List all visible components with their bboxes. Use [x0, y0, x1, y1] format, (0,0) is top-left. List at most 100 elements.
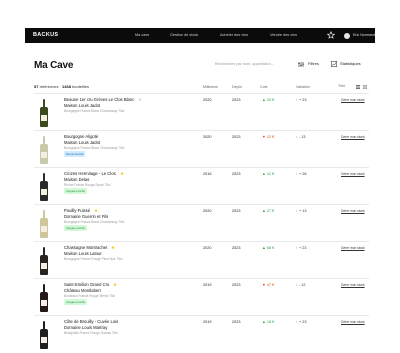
- wine-producer-line: Domaine Guerrin et Fils: [64, 214, 108, 219]
- search-input[interactable]: Recherchez par nom, appellation...: [215, 62, 274, 66]
- wine-name[interactable]: Saint-Emilion Grand Cru: [64, 282, 109, 287]
- wine-producer: Château Montlabert: [64, 287, 101, 293]
- wine-producer: Domaine Louis Martray: [64, 324, 108, 330]
- bottle-image: [40, 173, 48, 201]
- bottle-image: [40, 321, 48, 349]
- table-row[interactable]: Beaune 1er cru Grèves Le Clos Blanc Mais…: [34, 93, 369, 131]
- price-value: ▲ 66 €: [262, 246, 275, 250]
- wine-name[interactable]: Crozes Hermitage - Le Clos: [64, 171, 116, 176]
- variation-value: ↑ + 23: [296, 98, 307, 102]
- vintage-value: 2020: [203, 209, 212, 213]
- variation-value: ↑ + 28: [296, 172, 307, 176]
- variation-value: ↑ + 23: [296, 320, 307, 324]
- column-header-price[interactable]: Cote: [260, 85, 268, 89]
- trend-down-icon: ▼: [262, 135, 266, 139]
- wine-details: Bourgogne France Rouge Pinot Noir 75cl: [64, 256, 123, 261]
- wine-name[interactable]: Chassagne Montrachet: [64, 245, 107, 250]
- results-summary: 57 références · 1468 bouteilles: [34, 84, 89, 89]
- sort-dropdown[interactable]: Trier: [338, 84, 345, 88]
- wine-details: Bourgogne France Blanc Chardonnay 75cl: [64, 108, 125, 113]
- wine-name[interactable]: Côte de Brouilly - Cuvée Lois: [64, 319, 118, 324]
- bottle-image: [40, 284, 48, 312]
- favorite-star-icon[interactable]: ★: [94, 208, 98, 214]
- list-view-icon[interactable]: [356, 84, 360, 89]
- favorite-star-icon[interactable]: ★: [113, 282, 117, 288]
- bottle-label: bouteilles: [72, 84, 89, 89]
- wine-producer: Maison Delas: [64, 176, 90, 182]
- table-row[interactable]: Pouilly-Fuissé Domaine Guerrin et Fils B…: [34, 204, 369, 242]
- wine-producer-line: Domaine Louis Martray: [64, 325, 107, 330]
- reference-count: 57: [34, 84, 39, 89]
- price-value: ▼ 12 €: [262, 135, 275, 139]
- gift-icon[interactable]: ☆: [138, 97, 142, 103]
- trend-up-icon: ▲: [262, 209, 266, 213]
- table-row[interactable]: Côte de Brouilly - Cuvée Lois Domaine Lo…: [34, 315, 369, 353]
- wine-details: Rhône France Rouge Syrah 75cl: [64, 182, 111, 187]
- statistics-button[interactable]: Statistiques: [340, 61, 361, 66]
- favorite-star-icon[interactable]: ★: [120, 171, 124, 177]
- trend-up-icon: ▲: [262, 246, 266, 250]
- wine-name[interactable]: Bourgogne Aligoté: [64, 134, 98, 139]
- manage-stock-button[interactable]: Gérer mon stock: [341, 172, 365, 176]
- trend-up-icon: ▲: [262, 98, 266, 102]
- reference-label: références ·: [39, 84, 61, 89]
- wine-name[interactable]: Pouilly-Fuissé: [64, 208, 90, 213]
- nav-item-gestion-stock[interactable]: Gestion de stock: [170, 33, 198, 37]
- arrow-down-icon: ↓: [296, 283, 298, 287]
- stock-value: 2023: [232, 246, 241, 250]
- table-row[interactable]: Chassagne Montrachet Maison Louis Latour…: [34, 241, 369, 279]
- manage-stock-button[interactable]: Gérer mon stock: [341, 246, 365, 250]
- variation-value: ↓ - 12: [296, 283, 306, 287]
- vintage-value: 2020: [203, 246, 212, 250]
- manage-stock-button[interactable]: Gérer mon stock: [341, 283, 365, 287]
- wine-details: Bourgogne France Blanc Chardonnay 75cl: [64, 219, 125, 224]
- column-header-vintage[interactable]: Millésime: [203, 85, 218, 89]
- stock-value: 2023: [232, 135, 241, 139]
- wine-producer-line: Maison Louis Latour: [64, 251, 102, 256]
- column-header-variation[interactable]: Variation: [296, 85, 310, 89]
- status-badge: Recommandé: [64, 151, 86, 157]
- manage-stock-button[interactable]: Gérer mon stock: [341, 98, 365, 102]
- bottle-image: [40, 136, 48, 164]
- price-value: ▲ 29 €: [262, 98, 275, 102]
- status-badge: Apogée proche: [64, 225, 87, 231]
- wine-producer-line: Château Montlabert: [64, 288, 101, 293]
- vintage-value: 2019: [203, 283, 212, 287]
- table-row[interactable]: Saint-Emilion Grand Cru Château Montlabe…: [34, 278, 369, 316]
- table-row[interactable]: Crozes Hermitage - Le Clos Maison Delas …: [34, 167, 369, 205]
- manage-stock-button[interactable]: Gérer mon stock: [341, 320, 365, 324]
- price-value: ▼ 47 €: [262, 283, 275, 287]
- statistics-chart-icon[interactable]: [331, 61, 337, 67]
- nav-item-ma-cave[interactable]: Ma cave: [135, 33, 149, 37]
- trend-up-icon: ▲: [262, 172, 266, 176]
- user-avatar[interactable]: [344, 32, 350, 39]
- wine-producer: Maison Louis Jadot: [64, 139, 101, 145]
- table-row[interactable]: Bourgogne Aligoté Maison Louis Jadot Bou…: [34, 130, 369, 168]
- manage-stock-button[interactable]: Gérer mon stock: [341, 135, 365, 139]
- wine-producer: Maison Louis Jadot: [64, 102, 101, 108]
- trend-up-icon: ▲: [262, 320, 266, 324]
- top-navigation-bar: BACKUS Ma cave Gestion de stock Acheter …: [25, 28, 375, 43]
- page-title: Ma Cave: [34, 60, 74, 71]
- favorites-star-icon[interactable]: [327, 31, 335, 39]
- wine-name[interactable]: Beaune 1er cru Grèves Le Clos Blanc: [64, 97, 134, 102]
- filters-button[interactable]: Filtres: [308, 61, 319, 66]
- column-header-stock[interactable]: Dépôt: [232, 85, 242, 89]
- arrow-up-icon: ↑: [296, 246, 298, 250]
- user-name[interactable]: Eric Normand: [353, 33, 375, 37]
- grid-view-icon[interactable]: [363, 84, 367, 89]
- wine-producer-line: Maison Louis Jadot: [64, 103, 100, 108]
- variation-value: ↑ + 23: [296, 246, 307, 250]
- brand-logo[interactable]: BACKUS: [33, 32, 58, 38]
- nav-item-acheter[interactable]: Acheter des vins: [220, 33, 248, 37]
- arrow-up-icon: ↑: [296, 320, 298, 324]
- arrow-down-icon: ↓: [296, 135, 298, 139]
- wine-details: Bordeaux France Rouge Merlot 75cl: [64, 293, 116, 298]
- nav-item-vendre[interactable]: Vendre des vins: [270, 33, 297, 37]
- filters-sliders-icon[interactable]: [298, 61, 304, 67]
- manage-stock-button[interactable]: Gérer mon stock: [341, 209, 365, 213]
- wine-producer-line: Maison Delas: [64, 177, 89, 182]
- favorite-star-icon[interactable]: ★: [111, 245, 115, 251]
- stock-value: 2023: [232, 283, 241, 287]
- arrow-up-icon: ↑: [296, 98, 298, 102]
